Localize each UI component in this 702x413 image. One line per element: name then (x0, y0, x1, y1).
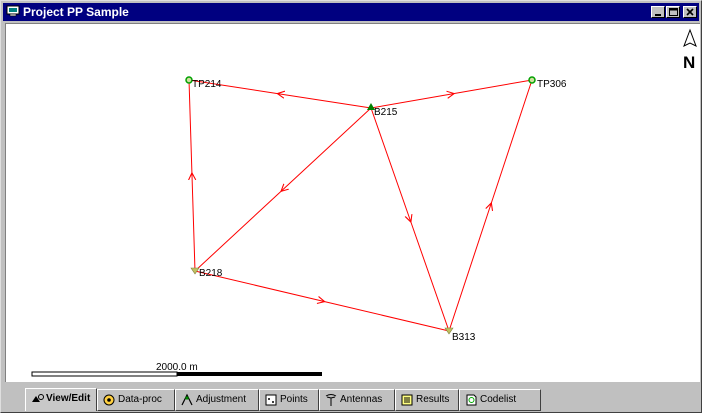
point-label: B215 (374, 107, 398, 118)
window-title: Project PP Sample (23, 5, 129, 19)
point-label: TP306 (537, 79, 567, 90)
survey-points: TP214 B215 TP306 B218 B313 (185, 76, 567, 343)
tab-label: View/Edit (46, 393, 91, 404)
point-TP214[interactable]: TP214 (185, 76, 222, 90)
control-point-icon (528, 76, 536, 84)
vector-B215-TP306[interactable] (370, 79, 533, 109)
vector-B313-TP306[interactable] (448, 79, 533, 332)
network-map: TP214 B215 TP306 B218 B313 N 2000.0 m (31, 28, 697, 377)
vector-B218-TP214[interactable] (189, 79, 195, 272)
tab-label: Results (416, 394, 450, 405)
vector-B218-B313[interactable] (194, 270, 450, 332)
point-label: B218 (199, 268, 223, 279)
tab-label: Codelist (480, 394, 517, 405)
tab-label: Data-proc (118, 394, 162, 405)
minimize-icon (655, 14, 661, 16)
point-TP306[interactable]: TP306 (528, 76, 567, 90)
close-icon (686, 8, 694, 16)
point-label: TP214 (192, 79, 222, 90)
results-icon (401, 394, 413, 406)
rover-point-icon (190, 267, 200, 275)
tab-points[interactable]: Points (259, 389, 319, 411)
close-button[interactable] (683, 6, 697, 18)
tab-label: Antennas (340, 394, 383, 405)
tab-label: Adjustment (196, 394, 247, 405)
point-B313[interactable]: B313 (444, 327, 476, 343)
maximize-icon (669, 8, 678, 16)
point-label: B313 (452, 332, 476, 343)
title-bar[interactable]: Project PP Sample (3, 3, 699, 21)
app-icon (6, 5, 20, 17)
tab-view-edit[interactable]: View/Edit (25, 388, 97, 411)
tab-antennas[interactable]: Antennas (319, 389, 395, 411)
tab-label: Points (280, 394, 308, 405)
adjustment-icon (181, 393, 193, 406)
tab-codelist[interactable]: Codelist (459, 389, 541, 411)
tab-adjustment[interactable]: Adjustment (175, 389, 259, 411)
point-B218[interactable]: B218 (190, 267, 223, 279)
scale-bar: 2000.0 m (31, 362, 322, 377)
tab-data-proc[interactable]: Data-proc (97, 389, 175, 411)
maximize-button[interactable] (666, 6, 680, 18)
points-icon (265, 394, 277, 406)
scale-label: 2000.0 m (156, 362, 198, 373)
network-map-canvas[interactable]: TP214 B215 TP306 B218 B313 N 2000.0 m (5, 23, 700, 382)
north-label: N (683, 53, 695, 72)
view-edit-icon (32, 394, 44, 402)
tab-results[interactable]: Results (395, 389, 459, 411)
vector-B215-B313[interactable] (370, 107, 450, 332)
app-window: Project PP Sample TP214 B215 TP306 B218 B313… (0, 0, 702, 413)
data-proc-icon (103, 394, 115, 406)
codelist-icon (466, 394, 477, 406)
vector-lines (189, 79, 533, 332)
minimize-button[interactable] (651, 6, 665, 18)
north-arrow: N (683, 28, 697, 72)
vector-B215-B218[interactable] (194, 107, 372, 272)
antenna-icon (325, 394, 337, 406)
